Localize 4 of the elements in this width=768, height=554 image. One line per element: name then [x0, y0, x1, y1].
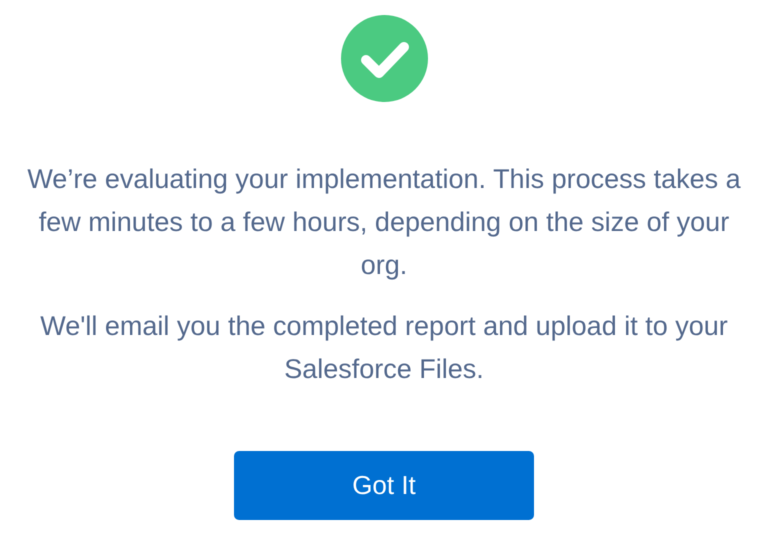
- message-text: We’re evaluating your implementation. This process takes a few minutes to a few hours, depending on the size of your org.: [26, 163, 742, 282]
- got-it-button[interactable]: Got It: [234, 451, 534, 520]
- check-icon: [340, 15, 428, 102]
- message-text: We'll email you the completed report and upload it to your Salesforce Files.: [39, 310, 729, 386]
